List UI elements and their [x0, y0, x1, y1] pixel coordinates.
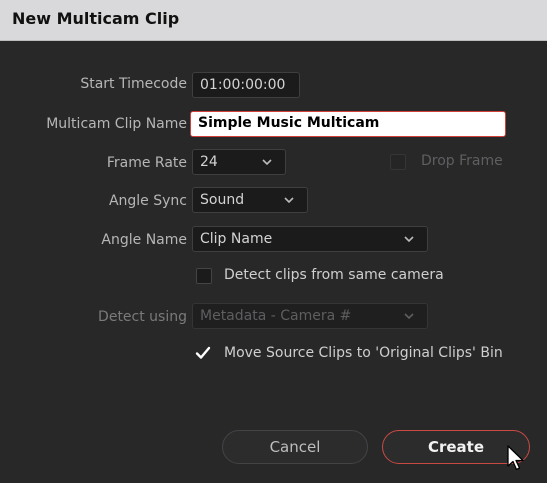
chevron-down-icon: [284, 197, 294, 204]
drop-frame-checkbox[interactable]: [390, 154, 406, 170]
frame-rate-dropdown[interactable]: 24: [192, 149, 286, 175]
angle-name-value: Clip Name: [200, 231, 273, 247]
move-source-checkbox[interactable]: [195, 345, 211, 361]
angle-sync-dropdown[interactable]: Sound: [192, 187, 308, 213]
detect-same-camera-label: Detect clips from same camera: [224, 267, 444, 283]
detect-using-value: Metadata - Camera #: [200, 308, 352, 324]
drop-frame-label: Drop Frame: [421, 153, 503, 169]
frame-rate-value: 24: [200, 154, 218, 170]
checkmark-icon: [195, 346, 211, 359]
angle-sync-value: Sound: [200, 192, 245, 208]
angle-name-label: Angle Name: [101, 232, 187, 248]
clip-name-label: Multicam Clip Name: [46, 116, 187, 132]
cancel-button[interactable]: Cancel: [222, 430, 368, 464]
mouse-pointer-icon: [507, 445, 524, 471]
angle-sync-label: Angle Sync: [108, 193, 187, 209]
move-source-label: Move Source Clips to 'Original Clips' Bi…: [224, 345, 503, 361]
angle-name-dropdown[interactable]: Clip Name: [192, 226, 428, 252]
chevron-down-icon: [404, 313, 414, 320]
dialog-titlebar: New Multicam Clip: [0, 0, 547, 41]
start-timecode-label: Start Timecode: [80, 76, 187, 92]
detect-same-camera-checkbox[interactable]: [196, 268, 212, 284]
frame-rate-label: Frame Rate: [106, 155, 187, 171]
detect-using-dropdown[interactable]: Metadata - Camera #: [192, 303, 428, 329]
start-timecode-input[interactable]: 01:00:00:00: [192, 72, 300, 98]
new-multicam-clip-dialog: New Multicam Clip Start Timecode 01:00:0…: [0, 0, 547, 483]
chevron-down-icon: [404, 236, 414, 243]
clip-name-input[interactable]: Simple Music Multicam: [190, 111, 506, 137]
detect-using-label: Detect using: [98, 309, 187, 325]
chevron-down-icon: [262, 159, 272, 166]
dialog-title: New Multicam Clip: [12, 9, 180, 28]
